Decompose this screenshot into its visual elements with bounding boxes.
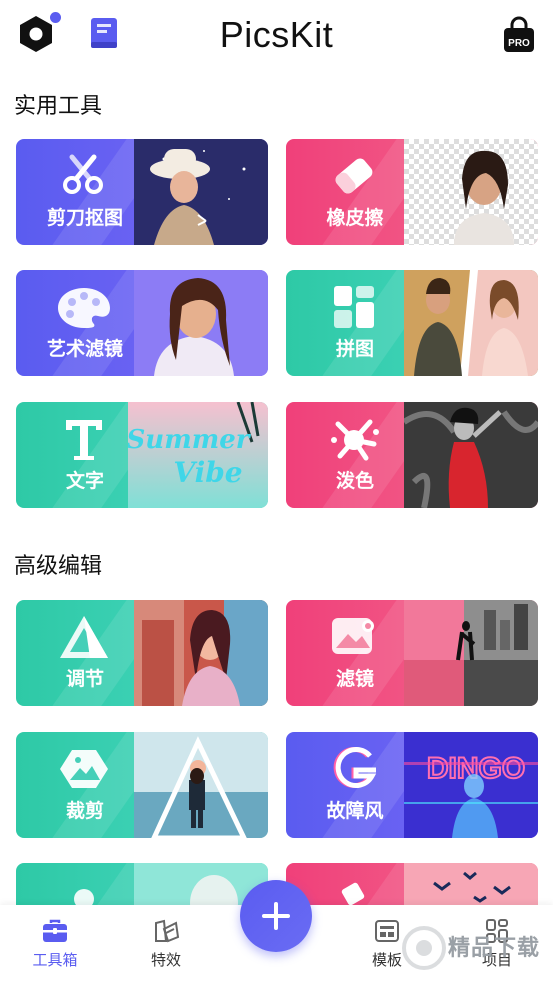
tool-card-crop[interactable]: 裁剪 xyxy=(16,732,268,838)
eraser-icon xyxy=(335,158,373,194)
scissors-icon xyxy=(63,154,103,194)
eraser-preview-image xyxy=(404,139,538,245)
tool-label: 调节 xyxy=(65,668,104,690)
text-icon xyxy=(66,420,102,460)
tool-card-collage[interactable]: 拼图 xyxy=(286,270,538,376)
watermark-text: 精品下载 xyxy=(448,936,541,961)
nav-label: 特效 xyxy=(150,951,181,969)
tool-label: 裁剪 xyxy=(65,800,104,822)
tool-card-cutout[interactable]: 剪刀抠图 xyxy=(16,139,268,245)
tool-card-eraser[interactable]: 橡皮擦 xyxy=(286,139,538,245)
tool-card-filter[interactable]: 滤镜 xyxy=(286,600,538,706)
tool-card-glitch[interactable]: DINGO 故障风 xyxy=(286,732,538,838)
tool-card-art-filter[interactable]: 艺术滤镜 xyxy=(16,270,268,376)
vibe-text: Vibe xyxy=(173,456,242,489)
adjust-preview-image xyxy=(134,600,268,706)
pro-shop-icon[interactable]: PRO xyxy=(501,16,537,54)
collage-icon xyxy=(334,286,374,328)
glitch-preview-image: DINGO xyxy=(404,732,538,838)
cutout-preview-image xyxy=(134,139,268,245)
summer-text: Summer xyxy=(128,425,252,455)
tool-label: 泼色 xyxy=(335,470,374,492)
tool-card-text[interactable]: Summer Vibe 文字 xyxy=(16,402,268,508)
tool-label: 拼图 xyxy=(335,338,374,360)
tool-label: 剪刀抠图 xyxy=(46,207,123,229)
collage-preview-image xyxy=(404,270,538,376)
crop-icon xyxy=(60,750,108,788)
crop-preview-image xyxy=(134,732,268,838)
toolbox-icon xyxy=(43,919,67,942)
art-filter-preview-image xyxy=(134,270,268,376)
glitch-icon xyxy=(333,747,377,788)
tool-label: 艺术滤镜 xyxy=(46,338,123,360)
pro-label: PRO xyxy=(508,38,530,49)
tool-card-splash[interactable]: 泼色 xyxy=(286,402,538,508)
section-title-advanced: 高级编辑 xyxy=(14,554,103,579)
adjust-icon xyxy=(60,616,108,658)
filter-preview-image xyxy=(404,600,538,706)
app-header: PicsKit PRO xyxy=(0,0,553,76)
effects-icon xyxy=(155,919,180,943)
tool-label: 故障风 xyxy=(326,800,384,822)
splash-icon xyxy=(331,419,379,461)
nav-item-effects[interactable]: 特效 xyxy=(126,917,206,970)
nav-label: 工具箱 xyxy=(32,951,78,969)
nav-item-toolbox[interactable]: 工具箱 xyxy=(15,917,95,970)
tool-label: 橡皮擦 xyxy=(326,207,384,229)
tool-card-adjust[interactable]: 调节 xyxy=(16,600,268,706)
section-title-practical: 实用工具 xyxy=(14,94,103,119)
add-button[interactable] xyxy=(240,880,312,952)
tool-label: 文字 xyxy=(65,470,104,492)
filter-icon xyxy=(332,618,374,654)
tool-label: 滤镜 xyxy=(335,668,374,690)
palette-icon xyxy=(58,288,110,328)
app-title: PicsKit xyxy=(219,14,334,55)
splash-preview-image xyxy=(404,402,538,508)
